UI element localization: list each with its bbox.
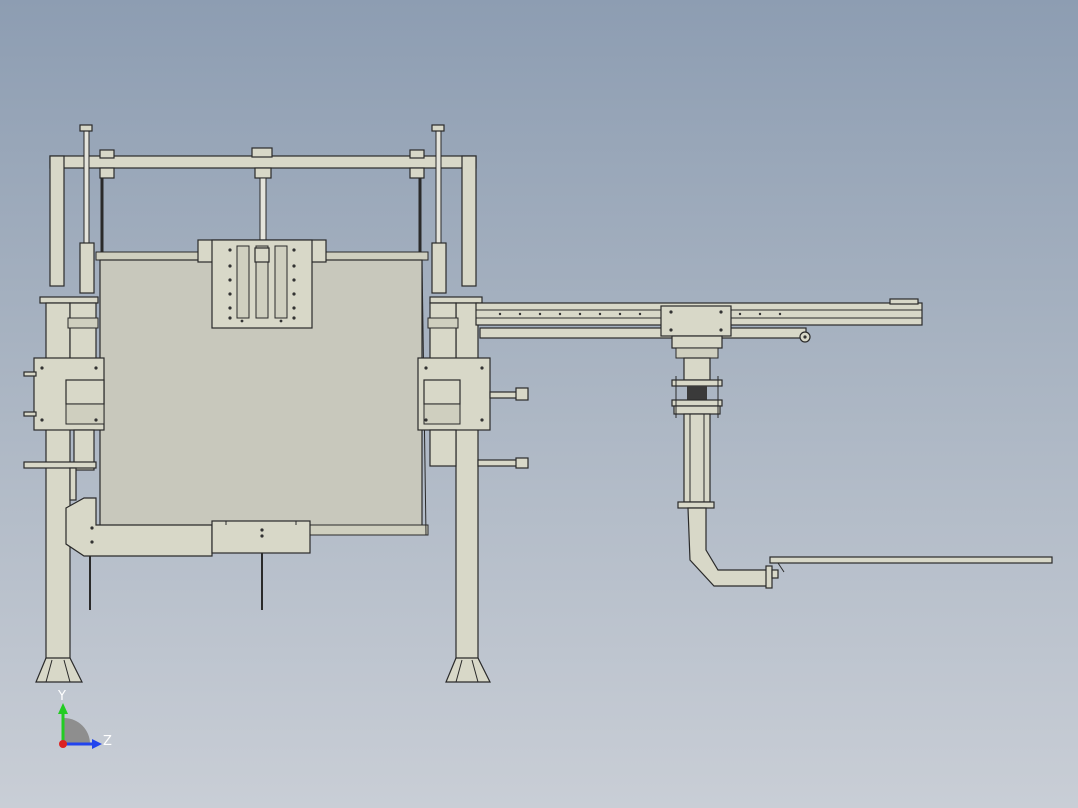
x-axis-dot (59, 740, 67, 748)
right-column (417, 296, 529, 683)
top-carriage (197, 239, 327, 329)
y-axis-arrow-head (58, 703, 68, 714)
machine-drawing: Y Z (23, 124, 1053, 749)
gripper-arm (687, 507, 1053, 589)
left-column (23, 296, 105, 683)
vertical-arm (660, 305, 732, 509)
axis-triad: Y Z (57, 689, 112, 749)
z-axis-arrow-head (92, 739, 102, 749)
y-axis-label: Y (57, 689, 66, 704)
cad-viewport[interactable]: Y Z (0, 0, 1078, 808)
z-axis-label: Z (103, 734, 112, 749)
